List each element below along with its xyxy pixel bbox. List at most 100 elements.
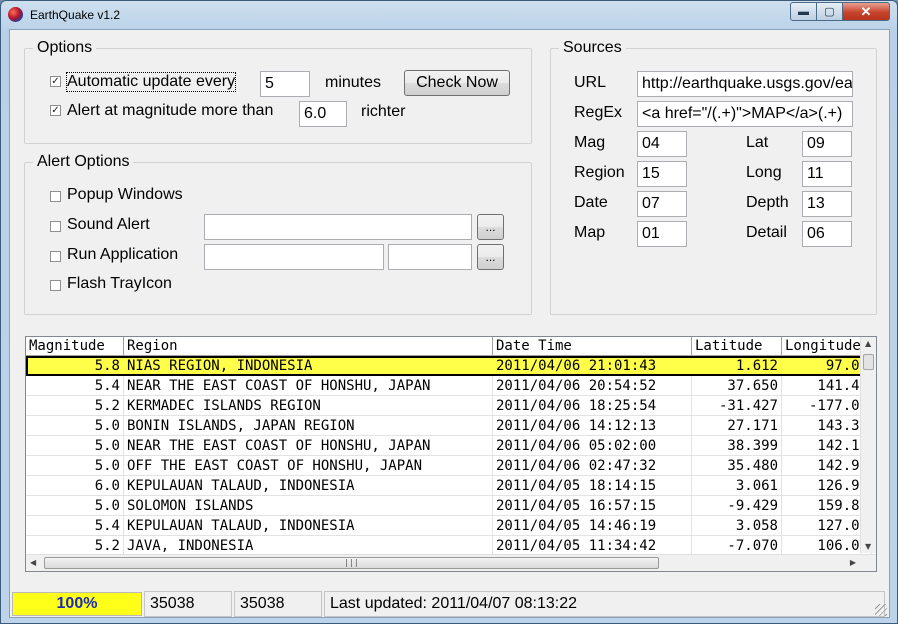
cell-magnitude: 5.2 xyxy=(26,396,124,416)
cell-latitude: 35.480 xyxy=(692,456,782,476)
regex-input[interactable]: <a href="/(.+)">MAP</a>(.+) xyxy=(637,101,853,127)
cell-longitude: 142.16 xyxy=(782,436,872,456)
cell-datetime: 2011/04/06 02:47:32 xyxy=(493,456,692,476)
run-application-checkbox[interactable] xyxy=(50,251,61,262)
cell-datetime: 2011/04/06 18:25:54 xyxy=(493,396,692,416)
cell-longitude: 159.87 xyxy=(782,496,872,516)
table-row[interactable]: 5.4 KEPULAUAN TALAUD, INDONESIA 2011/04/05… xyxy=(26,516,872,536)
detail-input[interactable]: 06 xyxy=(802,221,852,247)
cell-longitude: 97.08 xyxy=(825,358,868,374)
alert-magnitude-label[interactable]: Alert at magnitude more than xyxy=(67,102,273,120)
popup-label[interactable]: Popup Windows xyxy=(67,186,183,204)
column-header-region[interactable]: Region xyxy=(124,337,493,356)
update-interval-input[interactable]: 5 xyxy=(260,71,310,97)
cell-latitude: 38.399 xyxy=(692,436,782,456)
column-header-longitude[interactable]: Longitude xyxy=(782,337,872,356)
cell-datetime: 2011/04/06 14:12:13 xyxy=(493,416,692,436)
close-button[interactable]: ✕ xyxy=(842,2,890,21)
minimize-button[interactable]: ▬ xyxy=(790,2,817,21)
table-row[interactable]: 5.8 NIAS REGION, INDONESIA 2011/04/06 21:0… xyxy=(26,356,872,376)
cell-datetime: 2011/04/06 21:01:43 xyxy=(496,358,657,374)
table-row[interactable]: 5.0 NEAR THE EAST COAST OF HONSHU, JAPAN 2… xyxy=(26,436,872,456)
last-updated-text: Last updated: 2011/04/07 08:13:22 xyxy=(324,591,885,617)
sources-group: Sources URL http://earthquake.usgs.gov/e… xyxy=(550,39,877,315)
region-input[interactable]: 15 xyxy=(637,161,687,187)
cell-region: BONIN ISLANDS, JAPAN REGION xyxy=(124,416,493,436)
maximize-button[interactable]: ▢ xyxy=(816,2,843,21)
column-header-latitude[interactable]: Latitude xyxy=(692,337,782,356)
scroll-up-icon[interactable]: ▲ xyxy=(865,339,871,348)
cell-latitude: 3.061 xyxy=(692,476,782,496)
map-input[interactable]: 01 xyxy=(637,221,687,247)
cell-latitude: -9.429 xyxy=(692,496,782,516)
horizontal-scrollbar[interactable]: ◀ ||| ▶ xyxy=(26,554,876,571)
date-input[interactable]: 07 xyxy=(637,191,687,217)
alert-magnitude-checkbox[interactable]: ✓ xyxy=(50,105,61,116)
depth-input[interactable]: 13 xyxy=(802,191,852,217)
scroll-left-icon[interactable]: ◀ xyxy=(30,558,36,567)
map-label: Map xyxy=(574,224,606,241)
status-bar: 100% 35038 35038 Last updated: 2011/04/0… xyxy=(10,589,889,618)
resize-grip-icon[interactable] xyxy=(875,604,887,616)
application-path-input[interactable] xyxy=(204,244,384,270)
richter-label: richter xyxy=(361,103,406,120)
application-args-input[interactable] xyxy=(388,244,472,270)
long-input[interactable]: 11 xyxy=(802,161,852,187)
cell-longitude: 127.03 xyxy=(782,516,872,536)
lat-label: Lat xyxy=(746,134,769,151)
table-row[interactable]: 5.2 JAVA, INDONESIA 2011/04/05 11:34:42 -7.… xyxy=(26,536,872,556)
table-row[interactable]: 5.4 NEAR THE EAST COAST OF HONSHU, JAPAN 2… xyxy=(26,376,872,396)
cell-longitude: 143.32 xyxy=(782,416,872,436)
alert-magnitude-input[interactable]: 6.0 xyxy=(299,101,347,127)
table-row[interactable]: 5.2 KERMADEC ISLANDS REGION 2011/04/06 18:… xyxy=(26,396,872,416)
flash-trayicon-checkbox[interactable] xyxy=(50,280,61,291)
minutes-label: minutes xyxy=(325,74,382,91)
region-label: Region xyxy=(574,164,625,181)
vertical-scrollbar[interactable]: ▲ ▼ xyxy=(860,337,876,553)
cell-latitude: 27.171 xyxy=(692,416,782,436)
cell-longitude: 142.93 xyxy=(782,456,872,476)
table-row[interactable]: 5.0 BONIN ISLANDS, JAPAN REGION 2011/04/06… xyxy=(26,416,872,436)
run-application-label[interactable]: Run Application xyxy=(67,246,178,264)
sound-file-input[interactable] xyxy=(204,214,472,240)
alert-options-group: Alert Options Popup Windows Sound Alert … xyxy=(24,153,532,315)
options-title: Options xyxy=(33,39,97,57)
horizontal-scroll-thumb[interactable]: ||| xyxy=(44,557,659,569)
scroll-right-icon[interactable]: ▶ xyxy=(850,558,856,567)
auto-update-label[interactable]: Automatic update every xyxy=(65,72,237,92)
table-row[interactable]: 5.0 SOLOMON ISLANDS 2011/04/05 16:57:15 -9.… xyxy=(26,496,872,516)
alert-options-title: Alert Options xyxy=(33,153,134,171)
popup-checkbox[interactable] xyxy=(50,191,61,202)
cell-datetime: 2011/04/05 14:46:19 xyxy=(493,516,692,536)
table-row[interactable]: 5.0 OFF THE EAST COAST OF HONSHU, JAPAN 20… xyxy=(26,456,872,476)
table-row[interactable]: 6.0 KEPULAUAN TALAUD, INDONESIA 2011/04/05… xyxy=(26,476,872,496)
sound-alert-checkbox[interactable] xyxy=(50,221,61,232)
url-input[interactable]: http://earthquake.usgs.gov/ea xyxy=(637,71,853,97)
application-browse-button[interactable]: ... xyxy=(477,244,504,270)
client-area: Options ✓ Automatic update every 5 minut… xyxy=(9,29,890,618)
auto-update-checkbox[interactable]: ✓ xyxy=(50,76,61,87)
cell-magnitude: 5.2 xyxy=(26,536,124,556)
cell-magnitude: 5.0 xyxy=(26,436,124,456)
options-group: Options ✓ Automatic update every 5 minut… xyxy=(24,39,532,144)
sound-alert-label[interactable]: Sound Alert xyxy=(67,216,150,234)
cell-magnitude: 6.0 xyxy=(26,476,124,496)
scroll-down-icon[interactable]: ▼ xyxy=(865,542,871,551)
vertical-scroll-thumb[interactable] xyxy=(863,354,874,370)
earthquake-list[interactable]: Magnitude Region Date Time Latitude Long… xyxy=(25,336,877,572)
cell-datetime: 2011/04/06 05:02:00 xyxy=(493,436,692,456)
lat-input[interactable]: 09 xyxy=(802,131,852,157)
status-count-1: 35038 xyxy=(144,591,232,617)
sound-browse-button[interactable]: ... xyxy=(477,214,504,240)
maximize-icon: ▢ xyxy=(824,6,835,18)
flash-trayicon-label[interactable]: Flash TrayIcon xyxy=(67,275,172,293)
earth-icon xyxy=(8,7,23,22)
title-bar[interactable]: EarthQuake v1.2 ▬ ▢ ✕ xyxy=(1,1,897,29)
column-header-datetime[interactable]: Date Time xyxy=(493,337,692,356)
mag-input[interactable]: 04 xyxy=(637,131,687,157)
cell-region: KERMADEC ISLANDS REGION xyxy=(124,396,493,416)
column-header-magnitude[interactable]: Magnitude xyxy=(26,337,124,356)
cell-region: NIAS REGION, INDONESIA xyxy=(127,358,313,374)
check-now-button[interactable]: Check Now xyxy=(404,70,510,96)
status-count-2: 35038 xyxy=(234,591,322,617)
